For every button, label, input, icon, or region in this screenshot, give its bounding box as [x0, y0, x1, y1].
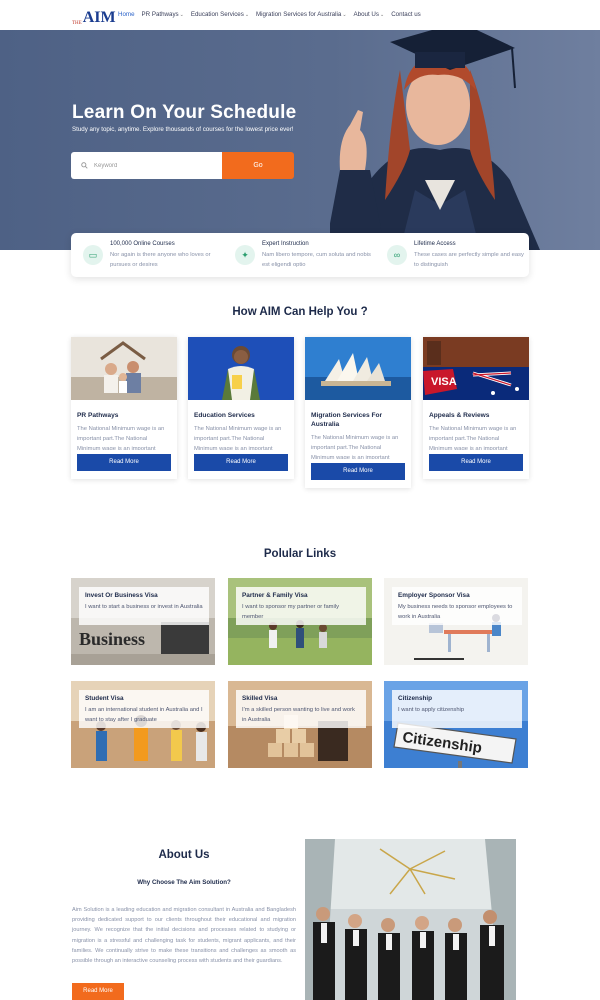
service-card-pr-pathways: PR Pathways The National Minimum wage is… [71, 337, 177, 479]
popular-link-caption: Employer Sponsor Visa My business needs … [392, 587, 522, 625]
feature-desc: These cases are perfectly simple and eas… [414, 252, 524, 268]
hero-title: Learn On Your Schedule [72, 102, 297, 123]
feature-desc: Nam libero tempore, cum soluta and nobis… [262, 252, 371, 268]
feature-online-courses: ▭ 100,000 Online Courses Nor again is th… [83, 233, 223, 277]
popular-link-caption: Invest Or Business Visa I want to start … [79, 587, 209, 625]
service-card-education: Education Services The National Minimum … [188, 337, 294, 479]
nav-item-contact-us[interactable]: Contact us [391, 11, 421, 18]
chevron-down-icon: ⌄ [342, 11, 347, 18]
about-title: About Us [158, 849, 210, 861]
nav-item-migration-services[interactable]: Migration Services for Australia ⌄ [256, 11, 347, 18]
popular-link-caption: Citizenship I want to apply citizenship [392, 690, 522, 728]
popular-link-title: Skilled Visa [242, 695, 278, 702]
search-input[interactable] [94, 162, 204, 169]
team-photo-image [305, 839, 516, 1000]
popular-link-title: Invest Or Business Visa [85, 592, 158, 599]
popular-link-employer-visa[interactable]: Employer Sponsor Visa My business needs … [384, 578, 528, 665]
popular-link-business-visa[interactable]: Business Invest Or Business Visa I want … [71, 578, 215, 665]
nav-item-label: Education Services [190, 11, 244, 18]
popular-link-caption: Partner & Family Visa I want to sponsor … [236, 587, 366, 625]
search-go-button[interactable]: Go [222, 152, 294, 179]
about-description: Aim Solution is a leading education and … [72, 907, 296, 965]
feature-lifetime-access: ∞ Lifetime Access These cases are perfec… [387, 233, 527, 277]
family-home-image [71, 337, 177, 400]
popular-link-title: Citizenship [398, 695, 433, 702]
service-card-appeals: VISA Appeals & Reviews The National Mini… [423, 337, 529, 479]
visa-flag-image: VISA [423, 337, 529, 400]
popular-link-title: Employer Sponsor Visa [398, 592, 470, 599]
popular-link-text: I want to start a business or invest in … [85, 604, 203, 610]
read-more-button[interactable]: Read More [194, 454, 288, 471]
nav-item-label: PR Pathways [141, 11, 179, 18]
search-box [71, 152, 222, 179]
chevron-down-icon: ⌄ [379, 11, 385, 18]
student-image [188, 337, 294, 400]
popular-link-title: Partner & Family Visa [242, 592, 308, 599]
popular-link-student-visa[interactable]: Student Visa I am an international stude… [71, 681, 215, 768]
hero-subtitle: Study any topic, anytime. Explore thousa… [72, 126, 294, 133]
svg-text:VISA: VISA [431, 376, 457, 388]
chevron-down-icon: ⌄ [179, 11, 184, 18]
feature-desc: Nor again is there anyone who loves or p… [110, 252, 211, 268]
popular-link-text: I am an international student in Austral… [85, 707, 203, 723]
video-icon: ▭ [83, 245, 103, 265]
about-read-more-button[interactable]: Read More [72, 983, 124, 1000]
chevron-down-icon: ⌄ [244, 11, 250, 18]
service-card-migration: Migration Services For Australia The Nat… [305, 337, 411, 488]
logo-small-text: THE [72, 21, 82, 26]
logo-text: AIM [82, 9, 116, 26]
card-text: The National Minimum wage is an importan… [311, 435, 399, 459]
popular-section-title: Polular Links [263, 548, 337, 560]
popular-link-text: I'm a skilled person wanting to live and… [242, 707, 355, 723]
logo[interactable]: THE AIM [72, 6, 116, 27]
nav-item-label: Contact us [391, 11, 421, 18]
feature-title: 100,000 Online Courses [110, 241, 175, 247]
hero-banner: Learn On Your Schedule Study any topic, … [0, 30, 600, 250]
card-text: The National Minimum wage is an importan… [77, 426, 165, 450]
graduate-student-image [330, 30, 540, 250]
bulb-icon: ✦ [235, 245, 255, 265]
nav-item-pr-pathways[interactable]: PR Pathways ⌄ [142, 11, 184, 18]
card-text: The National Minimum wage is an importan… [194, 426, 282, 450]
main-menu: Home PR Pathways ⌄ Education Services ⌄ Mi… [118, 11, 421, 18]
popular-link-text: I want to sponsor my partner or family m… [242, 604, 339, 620]
card-text: The National Minimum wage is an importan… [429, 426, 517, 450]
card-title: Education Services [194, 412, 255, 419]
about-subtitle: Why Choose The Aim Solution? [137, 879, 231, 886]
read-more-button[interactable]: Read More [77, 454, 171, 471]
feature-expert-instruction: ✦ Expert Instruction Nam libero tempore,… [235, 233, 375, 277]
card-title: PR Pathways [77, 412, 119, 419]
popular-link-caption: Skilled Visa I'm a skilled person wantin… [236, 690, 366, 728]
image-text-business: Business [79, 629, 145, 649]
navbar: THE AIM Home PR Pathways ⌄ Education Serv… [0, 0, 600, 30]
nav-item-education-services[interactable]: Education Services ⌄ [191, 11, 249, 18]
infinity-icon: ∞ [387, 245, 407, 265]
popular-link-caption: Student Visa I am an international stude… [79, 690, 209, 728]
popular-link-text: My business needs to sponsor employees t… [398, 604, 513, 620]
features-strip: ▭ 100,000 Online Courses Nor again is th… [71, 233, 529, 277]
popular-link-skilled-visa[interactable]: Skilled Visa I'm a skilled person wantin… [228, 681, 372, 768]
feature-title: Expert Instruction [262, 241, 309, 247]
read-more-button[interactable]: Read More [429, 454, 523, 471]
search-icon [81, 162, 88, 169]
help-section-title: How AIM Can Help You ? [232, 306, 368, 318]
popular-link-title: Student Visa [85, 695, 124, 702]
card-title: Migration Services For Australia [311, 412, 383, 428]
read-more-button[interactable]: Read More [311, 463, 405, 480]
nav-item-label: Migration Services for Australia [256, 11, 342, 18]
popular-link-partner-visa[interactable]: Partner & Family Visa I want to sponsor … [228, 578, 372, 665]
feature-title: Lifetime Access [414, 241, 456, 247]
nav-item-about-us[interactable]: About Us ⌄ [354, 11, 385, 18]
nav-item-home[interactable]: Home [118, 11, 135, 18]
sydney-opera-house-image [305, 337, 411, 400]
page: THE AIM Home PR Pathways ⌄ Education Serv… [0, 0, 600, 1000]
card-title: Appeals & Reviews [429, 412, 490, 419]
nav-item-label: Home [118, 11, 135, 18]
popular-link-text: I want to apply citizenship [398, 707, 465, 713]
popular-link-citizenship[interactable]: Citizenship Citizenship I want to apply … [384, 681, 528, 768]
nav-item-label: About Us [353, 11, 379, 18]
